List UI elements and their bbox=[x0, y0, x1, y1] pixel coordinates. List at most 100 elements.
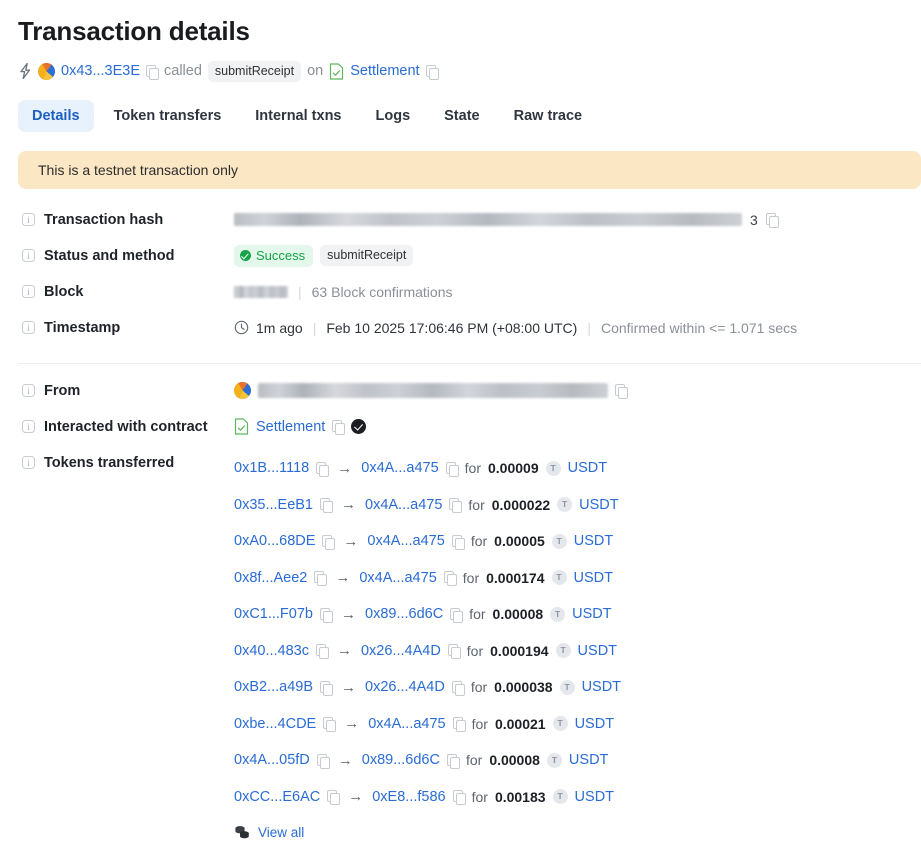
info-icon[interactable] bbox=[22, 456, 35, 469]
page-title: Transaction details bbox=[18, 14, 905, 48]
transfer-to-address[interactable]: 0x26...4A4D bbox=[365, 679, 445, 695]
token-transfer-row: 0xCC...E6AC→0xE8...f586for0.00183TUSDT bbox=[234, 779, 621, 816]
tokens-transferred-label: Tokens transferred bbox=[44, 455, 174, 471]
copy-icon[interactable] bbox=[452, 535, 464, 548]
sender-address-link[interactable]: 0x43...3E3E bbox=[61, 63, 140, 79]
copy-icon[interactable] bbox=[615, 384, 627, 397]
transfer-from-address[interactable]: 0x8f...Aee2 bbox=[234, 570, 307, 586]
contract-name-link[interactable]: Settlement bbox=[350, 63, 419, 79]
info-icon[interactable] bbox=[22, 213, 35, 226]
transfer-from-address[interactable]: 0x4A...05fD bbox=[234, 752, 310, 768]
details-list: Transaction hash 3 Status and method Suc… bbox=[16, 207, 905, 843]
token-symbol-link[interactable]: USDT bbox=[575, 716, 614, 732]
transfer-to-address[interactable]: 0x89...6d6C bbox=[365, 606, 443, 622]
row-label: Timestamp bbox=[16, 315, 234, 340]
copy-icon[interactable] bbox=[453, 790, 465, 803]
check-circle-icon bbox=[240, 250, 251, 261]
method-chip: submitReceipt bbox=[208, 61, 301, 82]
token-transfer-row: 0xB2...a49B→0x26...4A4Dfor0.000038TUSDT bbox=[234, 669, 621, 706]
transfer-from-address[interactable]: 0xB2...a49B bbox=[234, 679, 313, 695]
copy-icon[interactable] bbox=[316, 644, 328, 657]
tab-state[interactable]: State bbox=[430, 100, 493, 132]
token-avatar-icon: T bbox=[546, 461, 561, 476]
transfer-from-address[interactable]: 0x35...EeB1 bbox=[234, 497, 313, 513]
transaction-summary-line: 0x43...3E3E called submitReceipt on Sett… bbox=[18, 60, 905, 82]
transfer-from-address[interactable]: 0xC1...F07b bbox=[234, 606, 313, 622]
token-symbol-link[interactable]: USDT bbox=[579, 497, 618, 513]
transfer-amount: 0.000174 bbox=[486, 570, 544, 586]
transfer-amount: 0.00021 bbox=[495, 716, 546, 732]
transfer-to-address[interactable]: 0x4A...a475 bbox=[361, 460, 438, 476]
info-icon[interactable] bbox=[22, 384, 35, 397]
arrow-right-icon: → bbox=[335, 642, 354, 659]
token-symbol-link[interactable]: USDT bbox=[574, 570, 613, 586]
token-avatar-icon: T bbox=[547, 753, 562, 768]
copy-icon[interactable] bbox=[449, 498, 461, 511]
copy-icon[interactable] bbox=[320, 498, 332, 511]
transfer-to-address[interactable]: 0x4A...a475 bbox=[365, 497, 442, 513]
tab-details[interactable]: Details bbox=[18, 100, 94, 132]
transfer-from-address[interactable]: 0x1B...1118 bbox=[234, 460, 309, 476]
block-number-redacted[interactable] bbox=[234, 286, 288, 298]
info-icon[interactable] bbox=[22, 420, 35, 433]
copy-icon[interactable] bbox=[453, 717, 465, 730]
copy-icon[interactable] bbox=[146, 65, 158, 78]
clock-icon bbox=[234, 320, 249, 335]
copy-icon[interactable] bbox=[316, 462, 328, 475]
copy-icon[interactable] bbox=[327, 790, 339, 803]
token-symbol-link[interactable]: USDT bbox=[574, 533, 613, 549]
tab-token-transfers[interactable]: Token transfers bbox=[100, 100, 236, 132]
copy-icon[interactable] bbox=[446, 462, 458, 475]
tab-raw-trace[interactable]: Raw trace bbox=[500, 100, 597, 132]
copy-icon[interactable] bbox=[332, 420, 344, 433]
copy-icon[interactable] bbox=[317, 754, 329, 767]
copy-icon[interactable] bbox=[448, 644, 460, 657]
transfer-to-address[interactable]: 0xE8...f586 bbox=[372, 789, 445, 805]
sender-avatar bbox=[38, 63, 55, 80]
arrow-right-icon: → bbox=[339, 496, 358, 513]
token-symbol-link[interactable]: USDT bbox=[569, 752, 608, 768]
copy-icon[interactable] bbox=[323, 717, 335, 730]
copy-icon[interactable] bbox=[766, 213, 778, 226]
copy-icon[interactable] bbox=[447, 754, 459, 767]
copy-icon[interactable] bbox=[314, 571, 326, 584]
token-symbol-link[interactable]: USDT bbox=[568, 460, 607, 476]
transfer-from-address[interactable]: 0xbe...4CDE bbox=[234, 716, 316, 732]
transfer-from-address[interactable]: 0xCC...E6AC bbox=[234, 789, 320, 805]
transfer-to-address[interactable]: 0x4A...a475 bbox=[359, 570, 436, 586]
from-address-redacted[interactable] bbox=[258, 383, 608, 398]
token-symbol-link[interactable]: USDT bbox=[575, 789, 614, 805]
token-avatar-icon: T bbox=[557, 497, 572, 512]
transfer-to-address[interactable]: 0x4A...a475 bbox=[368, 716, 445, 732]
copy-icon[interactable] bbox=[320, 608, 332, 621]
token-symbol-link[interactable]: USDT bbox=[572, 606, 611, 622]
tab-internal-txns[interactable]: Internal txns bbox=[241, 100, 355, 132]
row-label: Tokens transferred bbox=[16, 450, 234, 475]
info-icon[interactable] bbox=[22, 321, 35, 334]
testnet-banner: This is a testnet transaction only bbox=[18, 151, 921, 189]
copy-icon[interactable] bbox=[444, 571, 456, 584]
view-all-label[interactable]: View all bbox=[258, 825, 304, 840]
copy-icon[interactable] bbox=[322, 535, 334, 548]
copy-icon[interactable] bbox=[452, 681, 464, 694]
transfer-to-address[interactable]: 0x26...4A4D bbox=[361, 643, 441, 659]
copy-icon[interactable] bbox=[450, 608, 462, 621]
transfer-to-address[interactable]: 0x4A...a475 bbox=[367, 533, 444, 549]
view-all-transfers[interactable]: View all bbox=[234, 821, 621, 843]
info-icon[interactable] bbox=[22, 285, 35, 298]
transfer-from-address[interactable]: 0xA0...68DE bbox=[234, 533, 315, 549]
transfer-to-address[interactable]: 0x89...6d6C bbox=[362, 752, 440, 768]
token-transfer-row: 0xbe...4CDE→0x4A...a475for0.00021TUSDT bbox=[234, 706, 621, 743]
contract-name-link[interactable]: Settlement bbox=[256, 419, 325, 435]
token-symbol-link[interactable]: USDT bbox=[578, 643, 617, 659]
from-avatar bbox=[234, 382, 251, 399]
tab-logs[interactable]: Logs bbox=[362, 100, 425, 132]
transfer-amount: 0.00009 bbox=[488, 460, 539, 476]
copy-icon[interactable] bbox=[426, 65, 438, 78]
verified-badge-icon bbox=[351, 419, 366, 434]
token-symbol-link[interactable]: USDT bbox=[582, 679, 621, 695]
section-divider bbox=[18, 363, 921, 364]
info-icon[interactable] bbox=[22, 249, 35, 262]
copy-icon[interactable] bbox=[320, 681, 332, 694]
transfer-from-address[interactable]: 0x40...483c bbox=[234, 643, 309, 659]
